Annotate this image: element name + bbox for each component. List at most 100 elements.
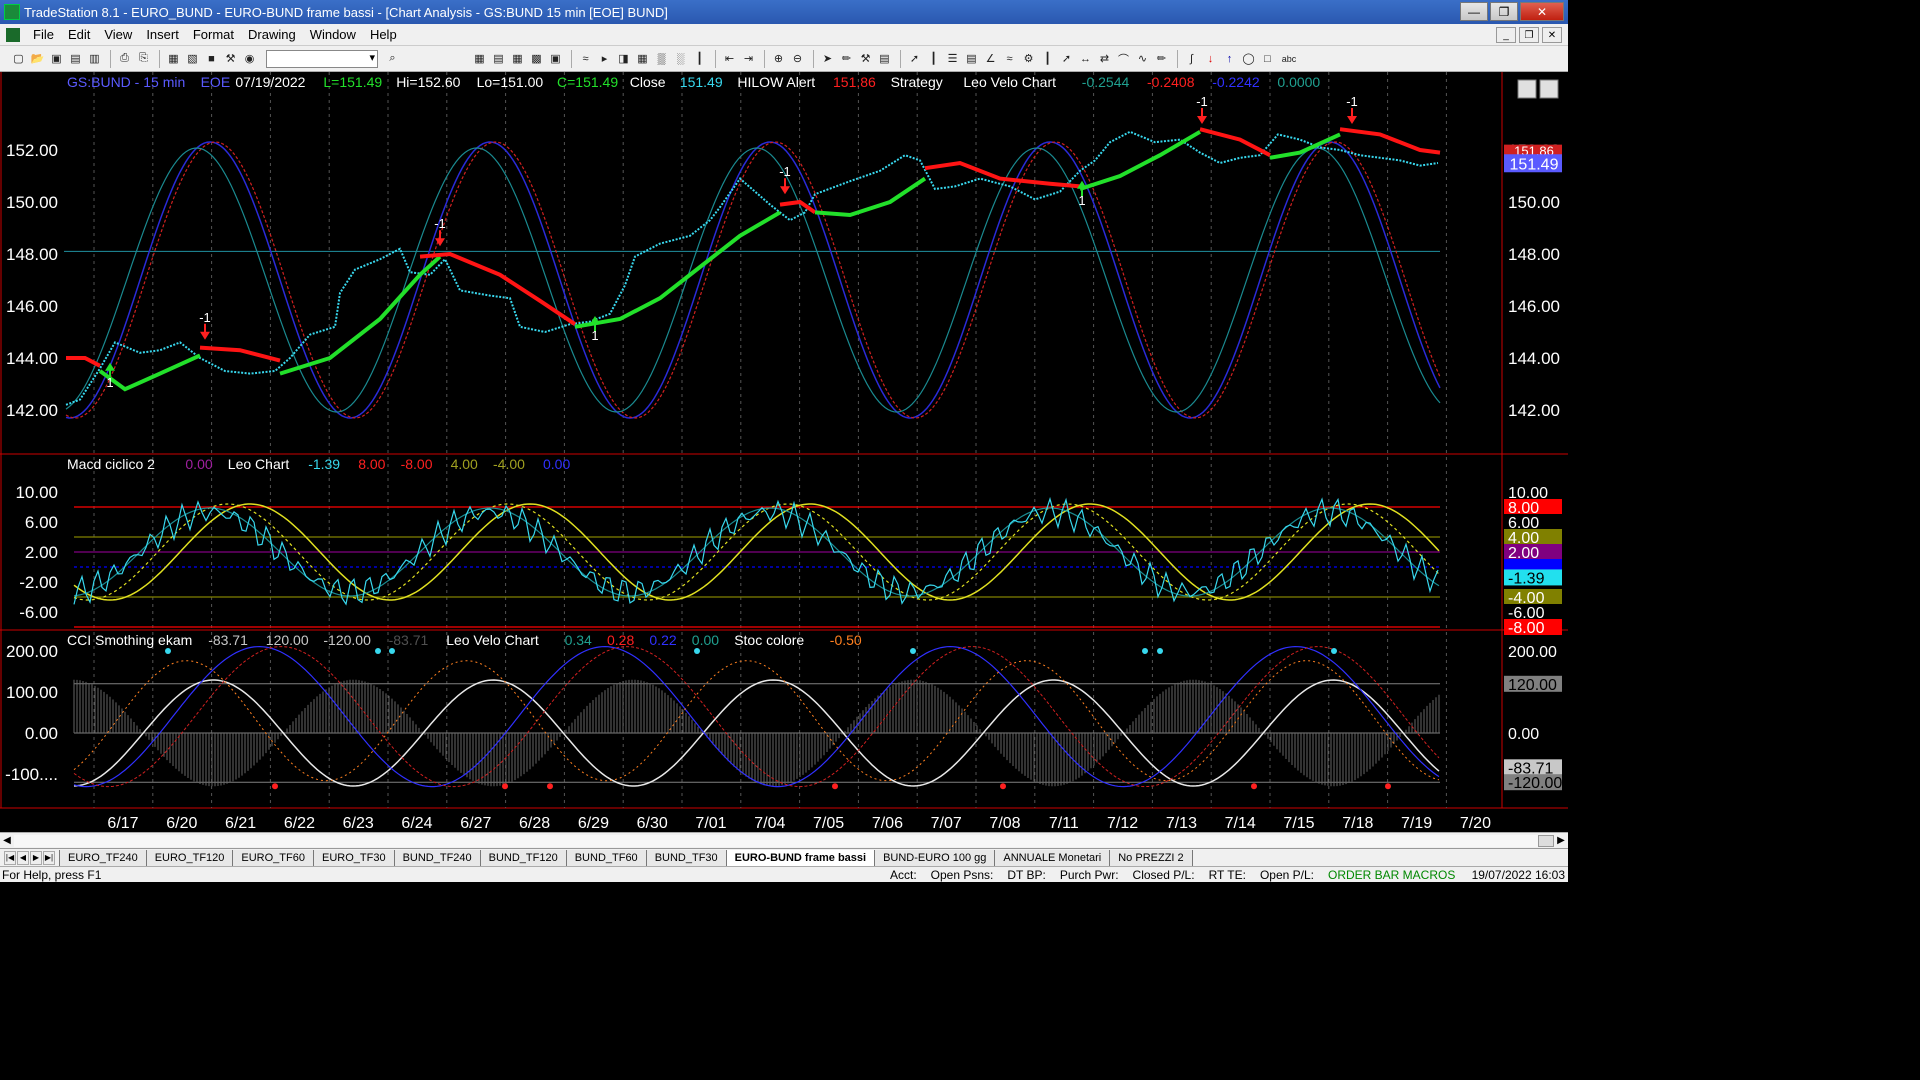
close-workspace-icon[interactable]: ▥ (86, 50, 103, 67)
menu-edit[interactable]: Edit (61, 27, 97, 42)
ellipse-icon[interactable]: ◯ (1240, 50, 1257, 67)
bar-chart-icon[interactable]: ▒ (653, 50, 670, 67)
chart-analysis-window[interactable]: 6/17 6/20 6/21 6/22 6/23 6/24 6/27 6/28 6/29 6/30… (0, 72, 1568, 832)
curve-icon[interactable]: ∫ (1183, 50, 1200, 67)
tab-euro-bund-frame-bassi[interactable]: EURO-BUND frame bassi (725, 849, 876, 866)
text-tool-icon[interactable]: abc (1278, 50, 1300, 67)
new-workspace-icon[interactable]: ▤ (67, 50, 84, 67)
extension-icon[interactable]: ➚ (1058, 50, 1075, 67)
colors-icon[interactable]: ◉ (241, 50, 258, 67)
tab-bund-tf60[interactable]: BUND_TF60 (565, 849, 647, 866)
chart-window-icon[interactable] (6, 27, 20, 42)
horizontal-lines-icon[interactable]: ☰ (944, 50, 961, 67)
pitchfork-icon[interactable]: ⚙ (1020, 50, 1037, 67)
child-close-button[interactable]: ✕ (1542, 27, 1562, 43)
fib-icon[interactable]: ≈ (1001, 50, 1018, 67)
print-icon[interactable]: ⎙ (116, 50, 133, 67)
minimize-button[interactable]: — (1460, 2, 1488, 21)
uptrend-segment (1079, 130, 1202, 191)
layout-icon[interactable]: ▦ (165, 50, 182, 67)
order-bar-macros[interactable]: ORDER BAR MACROS (1328, 868, 1455, 882)
chart-icon[interactable]: ▦ (471, 50, 488, 67)
symbol-combo[interactable] (266, 49, 378, 68)
radar-icon[interactable]: ▤ (490, 50, 507, 67)
order-icon[interactable]: ⚒ (857, 50, 874, 67)
menu-insert[interactable]: Insert (139, 27, 186, 42)
trendline-icon[interactable]: ➚ (906, 50, 923, 67)
format-icon[interactable]: ▦ (634, 50, 651, 67)
menu-help[interactable]: Help (363, 27, 404, 42)
x-axis-label: 6/27 (460, 815, 491, 832)
tab-euro-tf240[interactable]: EURO_TF240 (59, 849, 147, 866)
scroll-track[interactable] (14, 834, 1538, 847)
scroll-left-icon[interactable]: ⇤ (721, 50, 738, 67)
analysis-icon[interactable]: ◨ (615, 50, 632, 67)
scroll-right-icon[interactable]: ⇥ (740, 50, 757, 67)
tab-euro-tf30[interactable]: EURO_TF30 (312, 849, 395, 866)
menu-window[interactable]: Window (303, 27, 363, 42)
tab-annuale-monetari[interactable]: ANNUALE Monetari (994, 849, 1111, 866)
andrews-icon[interactable]: ┃ (1039, 50, 1056, 67)
find-symbol-icon[interactable]: ⌕ (384, 50, 401, 67)
pencil-icon[interactable]: ✏ (1153, 50, 1170, 67)
bars-icon[interactable]: ┃ (691, 50, 708, 67)
arrow-line2-icon[interactable]: ⇄ (1096, 50, 1113, 67)
ruler-icon[interactable]: ▤ (876, 50, 893, 67)
chart-canvas[interactable]: 6/17 6/20 6/21 6/22 6/23 6/24 6/27 6/28 6/29 6/30… (0, 72, 1568, 832)
tab-euro-tf120[interactable]: EURO_TF120 (145, 849, 234, 866)
child-restore-button[interactable]: ❐ (1519, 27, 1539, 43)
tab-bund-tf30[interactable]: BUND_TF30 (645, 849, 727, 866)
menu-view[interactable]: View (97, 27, 139, 42)
zoom-in-icon[interactable]: ⊕ (770, 50, 787, 67)
tab-bund-tf240[interactable]: BUND_TF240 (393, 849, 481, 866)
tab-bund-tf120[interactable]: BUND_TF120 (479, 849, 567, 866)
save-icon[interactable]: ▣ (48, 50, 65, 67)
pointer-icon[interactable]: ➤ (819, 50, 836, 67)
new-file-icon[interactable]: ▢ (10, 50, 27, 67)
tab-no-prezzi-2[interactable]: No PREZZI 2 (1109, 849, 1193, 866)
print-preview-icon[interactable]: ⎘ (135, 50, 152, 67)
layout2-icon[interactable]: ▧ (184, 50, 201, 67)
menu-format[interactable]: Format (186, 27, 241, 42)
scroll-right-arrow-icon[interactable]: ▶ (1554, 835, 1568, 846)
gann-icon[interactable]: ⌒ (1115, 50, 1132, 67)
menu-file[interactable]: File (26, 27, 61, 42)
tab-next-icon[interactable]: ▶ (30, 850, 42, 865)
up-arrow-icon[interactable]: ↑ (1221, 50, 1238, 67)
channel-icon[interactable]: ▤ (963, 50, 980, 67)
down-arrow-icon[interactable]: ↓ (1202, 50, 1219, 67)
indicator-icon[interactable]: ≈ (577, 50, 594, 67)
tab-euro-tf60[interactable]: EURO_TF60 (232, 849, 314, 866)
scroll-left-arrow-icon[interactable]: ◀ (0, 835, 14, 846)
horizontal-scrollbar[interactable]: ◀ ▶ (0, 832, 1568, 848)
rectangle-icon[interactable]: □ (1259, 50, 1276, 67)
tab-bund-euro-100-gg[interactable]: BUND-EURO 100 gg (874, 849, 996, 866)
status-closed-pl: Closed P/L: (1132, 867, 1195, 882)
tools-icon[interactable]: ⚒ (222, 50, 239, 67)
vertical-lines-icon[interactable]: ┃ (925, 50, 942, 67)
angle-icon[interactable]: ∠ (982, 50, 999, 67)
menu-bar: File Edit View Insert Format Drawing Win… (0, 24, 1568, 46)
cycle-icon[interactable]: ∿ (1134, 50, 1151, 67)
candle-icon[interactable]: ░ (672, 50, 689, 67)
scroll-thumb[interactable] (1538, 834, 1554, 847)
scanner-icon[interactable]: ▩ (528, 50, 545, 67)
tab-first-icon[interactable]: |◀ (4, 850, 16, 865)
child-minimize-button[interactable]: _ (1496, 27, 1516, 43)
tab-prev-icon[interactable]: ◀ (17, 850, 29, 865)
data-tips-icon[interactable]: ✏ (838, 50, 855, 67)
strategy-icon[interactable]: ▸ (596, 50, 613, 67)
price-header-value: 151.49 (680, 74, 723, 90)
close-button[interactable]: ✕ (1520, 2, 1564, 21)
cci-y-tick: 100.00 (6, 683, 58, 702)
open-folder-icon[interactable]: 📂 (29, 50, 46, 67)
tab-last-icon[interactable]: ▶| (43, 850, 55, 865)
downtrend-segment (66, 356, 101, 368)
restore-button[interactable]: ❐ (1490, 2, 1518, 21)
menu-drawing[interactable]: Drawing (241, 27, 303, 42)
matrix-icon[interactable]: ▣ (547, 50, 564, 67)
grid-icon[interactable]: ▦ (509, 50, 526, 67)
lock-icon[interactable]: ■ (203, 50, 220, 67)
arrow-line-icon[interactable]: ↔ (1077, 50, 1094, 67)
zoom-out-icon[interactable]: ⊖ (789, 50, 806, 67)
